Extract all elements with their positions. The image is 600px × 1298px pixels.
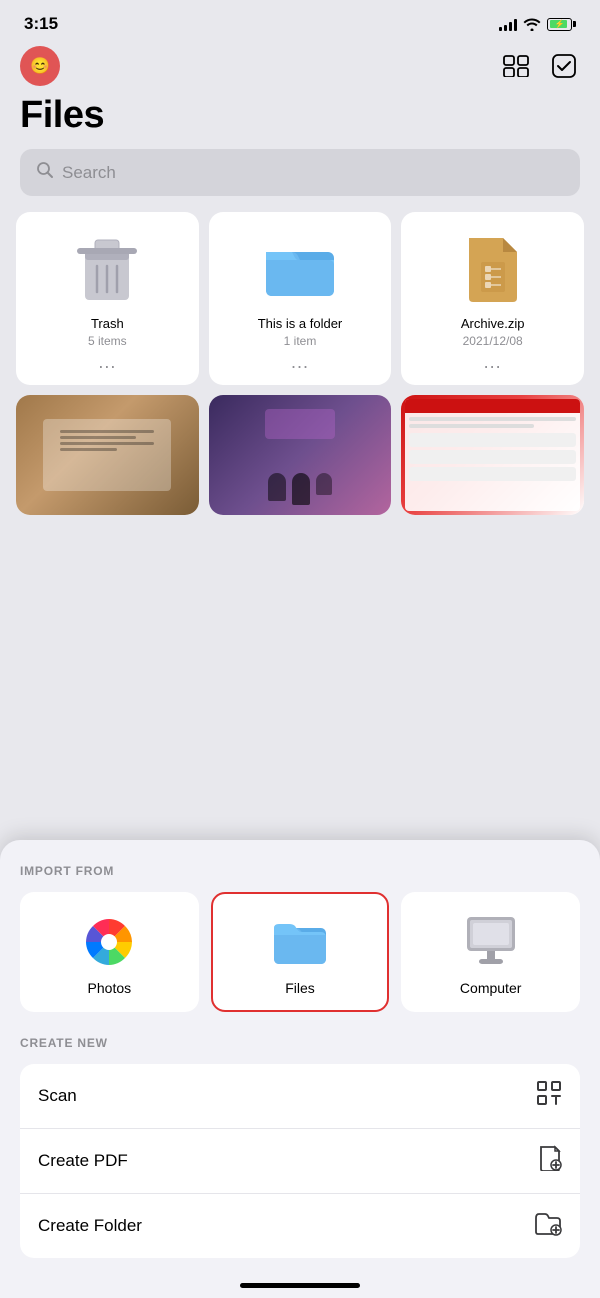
- import-grid: Photos Files: [20, 892, 580, 1012]
- create-scan-label: Scan: [38, 1086, 77, 1106]
- import-photos-label: Photos: [88, 980, 132, 996]
- file-name-folder: This is a folder: [258, 316, 343, 331]
- page-title: Files: [20, 94, 580, 137]
- file-meta-folder: 1 item: [284, 334, 317, 348]
- trash-icon-area: [67, 228, 147, 308]
- create-folder-icon: [534, 1210, 562, 1242]
- import-files-card[interactable]: Files: [211, 892, 390, 1012]
- file-dots-trash[interactable]: ...: [98, 352, 116, 373]
- zip-file-icon: [465, 234, 521, 302]
- photo-card-2[interactable]: [209, 395, 392, 515]
- search-bar[interactable]: Search: [20, 149, 580, 196]
- file-card-trash[interactable]: Trash 5 items ...: [16, 212, 199, 385]
- create-pdf-icon: [538, 1145, 562, 1177]
- file-name-trash: Trash: [91, 316, 124, 331]
- search-icon: [36, 161, 54, 184]
- photo-card-3[interactable]: [401, 395, 584, 515]
- photo-thumb-1: [16, 395, 199, 515]
- folder-icon: [264, 238, 336, 298]
- search-placeholder: Search: [62, 163, 116, 183]
- status-time: 3:15: [24, 14, 58, 34]
- file-dots-zip[interactable]: ...: [484, 352, 502, 373]
- import-section-label: IMPORT FROM: [20, 864, 580, 878]
- file-meta-trash: 5 items: [88, 334, 127, 348]
- bottom-sheet: IMPORT FROM: [0, 840, 600, 1298]
- import-computer-card[interactable]: Computer: [401, 892, 580, 1012]
- home-indicator: [240, 1283, 360, 1288]
- file-card-folder[interactable]: This is a folder 1 item ...: [209, 212, 392, 385]
- app-logo[interactable]: 😊: [20, 46, 60, 86]
- check-square-button[interactable]: [548, 50, 580, 82]
- wifi-icon: [523, 17, 541, 31]
- file-card-zip[interactable]: Archive.zip 2021/12/08 ...: [401, 212, 584, 385]
- create-item-scan[interactable]: Scan: [20, 1064, 580, 1129]
- header-actions: [500, 50, 580, 82]
- trash-icon: [77, 232, 137, 304]
- photos-icon: [81, 914, 137, 970]
- photo-thumb-2: [209, 395, 392, 515]
- svg-text:😊: 😊: [30, 57, 50, 75]
- import-computer-label: Computer: [460, 980, 521, 996]
- file-name-zip: Archive.zip: [461, 316, 525, 331]
- import-photos-card[interactable]: Photos: [20, 892, 199, 1012]
- import-files-label: Files: [285, 980, 315, 996]
- signal-icon: [499, 17, 517, 31]
- file-meta-zip: 2021/12/08: [463, 334, 523, 348]
- battery-icon: ⚡: [547, 18, 576, 31]
- page-title-area: Files: [0, 90, 600, 149]
- file-dots-folder[interactable]: ...: [291, 352, 309, 373]
- create-item-pdf[interactable]: Create PDF: [20, 1129, 580, 1194]
- search-container: Search: [0, 149, 600, 212]
- app-header: 😊: [0, 42, 600, 90]
- photo-thumb-3: [401, 395, 584, 515]
- status-bar: 3:15 ⚡: [0, 0, 600, 42]
- list-view-icon: [503, 55, 529, 77]
- logo-icon: 😊: [26, 52, 54, 80]
- computer-icon: [463, 914, 519, 970]
- list-icon-button[interactable]: [500, 50, 532, 82]
- files-grid: Trash 5 items ... This is a folder 1 ite…: [0, 212, 600, 385]
- photo-card-1[interactable]: [16, 395, 199, 515]
- status-icons: ⚡: [499, 17, 576, 31]
- zip-icon-area: [453, 228, 533, 308]
- create-item-folder[interactable]: Create Folder: [20, 1194, 580, 1258]
- create-list: Scan Create PDF: [20, 1064, 580, 1258]
- photos-grid-row: [0, 395, 600, 515]
- scan-icon: [536, 1080, 562, 1112]
- checkmark-icon: [551, 53, 577, 79]
- create-folder-label: Create Folder: [38, 1216, 142, 1236]
- create-section-label: CREATE NEW: [20, 1036, 580, 1050]
- create-pdf-label: Create PDF: [38, 1151, 128, 1171]
- folder-icon-area: [260, 228, 340, 308]
- files-icon: [272, 914, 328, 970]
